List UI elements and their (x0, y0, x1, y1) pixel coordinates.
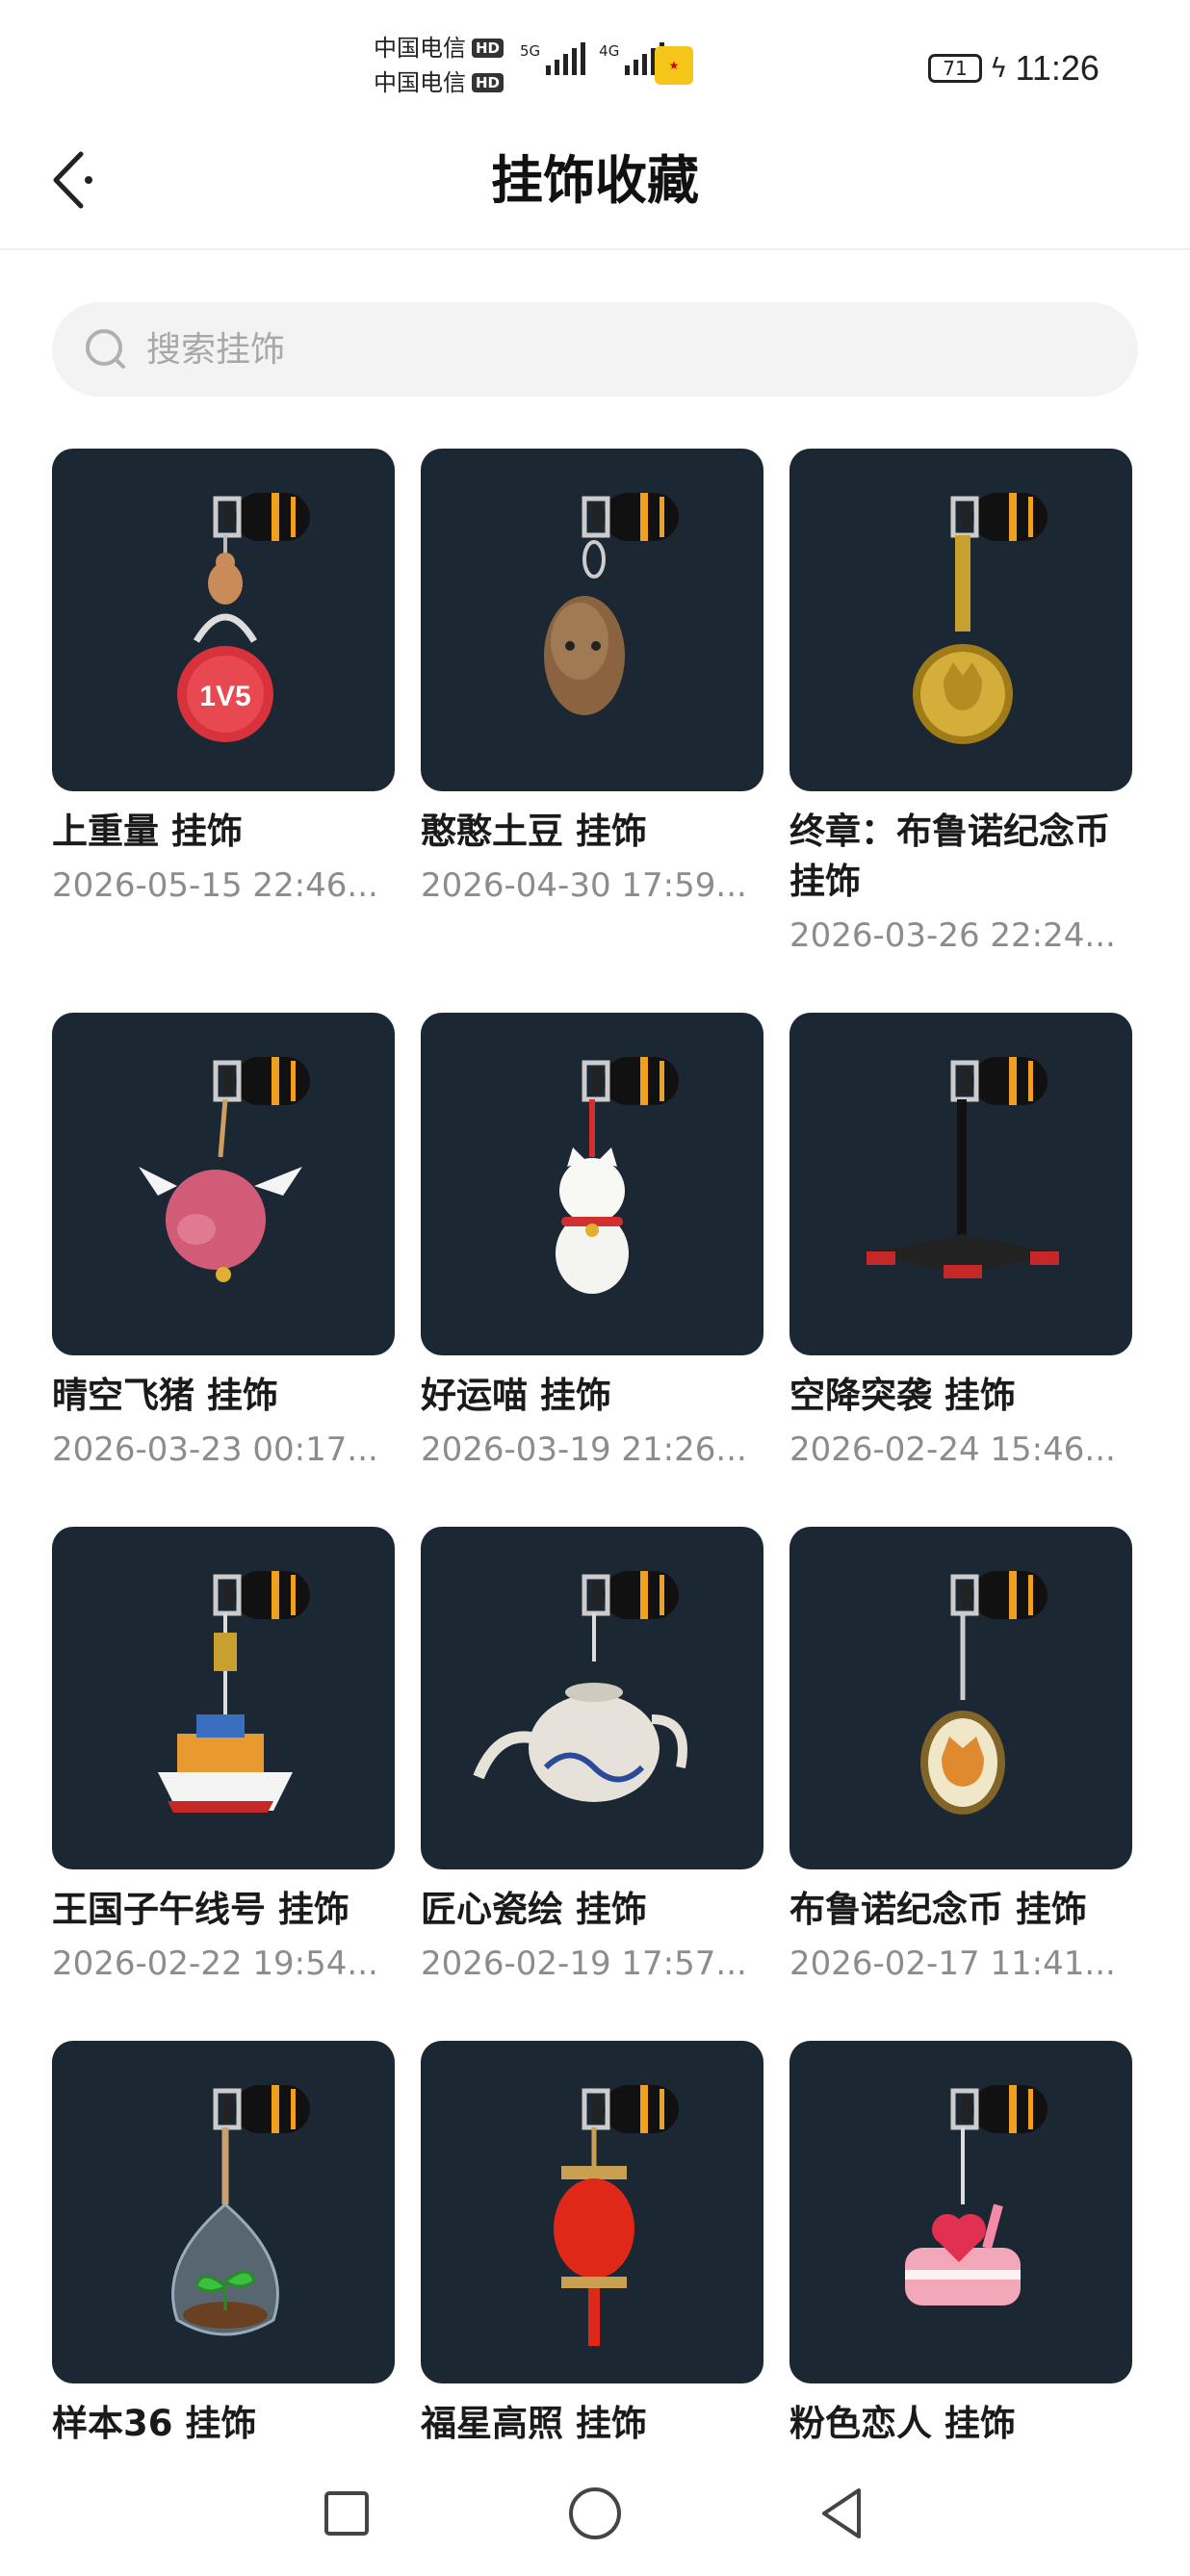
app-header: 挂饰收藏 (0, 125, 1190, 250)
charm-thumbnail[interactable] (421, 2041, 763, 2383)
charm-teapot-image (473, 1571, 687, 1802)
charm-date: 2026-03-26 22:24... (789, 916, 1116, 955)
charm-name: 粉色恋人 挂饰 (789, 2403, 1016, 2444)
home-button[interactable] (566, 2485, 624, 2542)
carrier-name: 中国电信 (374, 35, 466, 62)
charm-card[interactable]: 福星高照 挂饰 (421, 2041, 763, 2450)
page-title: 挂饰收藏 (491, 150, 699, 211)
charm-card[interactable]: 空降突袭 挂饰 2026-02-24 15:46... (789, 1013, 1132, 1527)
status-bar: 中国电信 HD 中国电信 HD 5G 4G ★ 71 ϟ 11:26 (0, 0, 1190, 125)
charm-name: 福星高照 挂饰 (421, 2403, 647, 2444)
battery-icon: 71 (928, 54, 982, 83)
charm-thumbnail[interactable] (52, 2041, 395, 2383)
triangle-back-icon (822, 2488, 861, 2538)
notification-app-icon: ★ (655, 46, 693, 85)
system-nav-bar (0, 2450, 1190, 2576)
charm-name: 好运喵 挂饰 (421, 1375, 611, 1416)
signal-5g-icon: 5G (520, 42, 586, 75)
charm-card[interactable]: 憨憨土豆 挂饰 2026-04-30 17:59... (421, 449, 763, 1013)
charm-card[interactable]: 样本36 挂饰 (52, 2041, 395, 2450)
carrier-info: 中国电信 HD 中国电信 HD (374, 31, 504, 100)
charm-name: 晴空飞猪 挂饰 (52, 1375, 278, 1416)
charm-name: 上重量 挂饰 (52, 811, 243, 852)
charm-name: 终章：布鲁诺纪念币 挂饰 (789, 811, 1110, 902)
charm-name: 布鲁诺纪念币 挂饰 (789, 1889, 1087, 1930)
charm-drone-image (867, 1057, 1059, 1278)
search-bar[interactable] (52, 302, 1138, 397)
charm-date: 2026-02-17 11:41... (789, 1945, 1116, 1983)
square-icon (324, 2491, 369, 2536)
charm-lucky-cat-image (556, 1057, 679, 1294)
charm-name: 匠心瓷绘 挂饰 (421, 1889, 647, 1930)
charm-thumbnail[interactable] (789, 1013, 1132, 1355)
charm-kettlebell-image: 1V5 (177, 493, 310, 742)
hd-badge: HD (472, 73, 504, 92)
charm-potato-image (544, 493, 679, 715)
charm-name: 样本36 挂饰 (52, 2403, 257, 2444)
charm-corgi-coin-image (920, 1571, 1048, 1815)
charm-name: 憨憨土豆 挂饰 (421, 811, 647, 852)
charm-date: 2026-03-19 21:26... (421, 1430, 747, 1469)
charm-thumbnail[interactable] (421, 1527, 763, 1869)
charm-name: 王国子午线号 挂饰 (52, 1889, 349, 1930)
charm-card[interactable]: 终章：布鲁诺纪念币 挂饰 2026-03-26 22:24... (789, 449, 1132, 1013)
search-input[interactable] (144, 328, 1015, 371)
charm-gold-coin-image (913, 493, 1048, 744)
charm-card[interactable]: 粉色恋人 挂饰 (789, 2041, 1132, 2450)
circle-icon (569, 2487, 621, 2539)
battery-indicator: 71 ϟ 11:26 (928, 48, 1099, 89)
carrier-name: 中国电信 (374, 69, 466, 96)
recents-button[interactable] (318, 2485, 375, 2542)
charm-lantern-image (554, 2085, 679, 2346)
charm-card[interactable]: 1V5 上重量 挂饰 2026-05-15 22:46... (52, 449, 395, 1013)
charm-card[interactable]: 布鲁诺纪念币 挂饰 2026-02-17 11:41... (789, 1527, 1132, 2041)
charm-date: 2026-04-30 17:59... (421, 866, 747, 905)
charm-cake-image (905, 2085, 1048, 2306)
charm-thumbnail[interactable] (52, 1527, 395, 1869)
charm-date: 2026-02-24 15:46... (789, 1430, 1116, 1469)
charm-flying-pig-image (139, 1057, 310, 1282)
charm-thumbnail[interactable] (789, 2041, 1132, 2383)
kettlebell-label: 1V5 (199, 681, 250, 712)
charm-card[interactable]: 王国子午线号 挂饰 2026-02-22 19:54... (52, 1527, 395, 2041)
charm-thumbnail[interactable]: 1V5 (52, 449, 395, 791)
charm-date: 2026-03-23 00:17... (52, 1430, 378, 1469)
charm-list: 1V5 上重量 挂饰 2026-05-15 22:46... 憨憨土豆 挂饰 2026… (0, 424, 1190, 2450)
charm-thumbnail[interactable] (421, 449, 763, 791)
charging-icon: ϟ (990, 52, 1008, 84)
charm-date: 2026-02-22 19:54... (52, 1945, 378, 1983)
charm-card[interactable]: 晴空飞猪 挂饰 2026-03-23 00:17... (52, 1013, 395, 1527)
charm-name: 空降突袭 挂饰 (789, 1375, 1016, 1416)
search-icon (86, 329, 125, 369)
charm-date: 2026-02-19 17:57... (421, 1945, 747, 1983)
charm-thumbnail[interactable] (52, 1013, 395, 1355)
hd-badge: HD (472, 39, 504, 58)
charm-date: 2026-05-15 22:46... (52, 866, 378, 905)
charm-thumbnail[interactable] (421, 1013, 763, 1355)
charm-card[interactable]: 好运喵 挂饰 2026-03-19 21:26... (421, 1013, 763, 1527)
charm-thumbnail[interactable] (789, 1527, 1132, 1869)
signal-indicators: 5G 4G (520, 42, 665, 75)
charm-terrarium-image (171, 2085, 310, 2336)
clock: 11:26 (1015, 48, 1099, 88)
charm-ship-image (158, 1571, 310, 1813)
charm-card[interactable]: 匠心瓷绘 挂饰 2026-02-19 17:57... (421, 1527, 763, 2041)
charm-thumbnail[interactable] (789, 449, 1132, 791)
back-nav-button[interactable] (815, 2485, 872, 2542)
charm-grid: 1V5 上重量 挂饰 2026-05-15 22:46... 憨憨土豆 挂饰 2026… (52, 449, 1140, 2450)
